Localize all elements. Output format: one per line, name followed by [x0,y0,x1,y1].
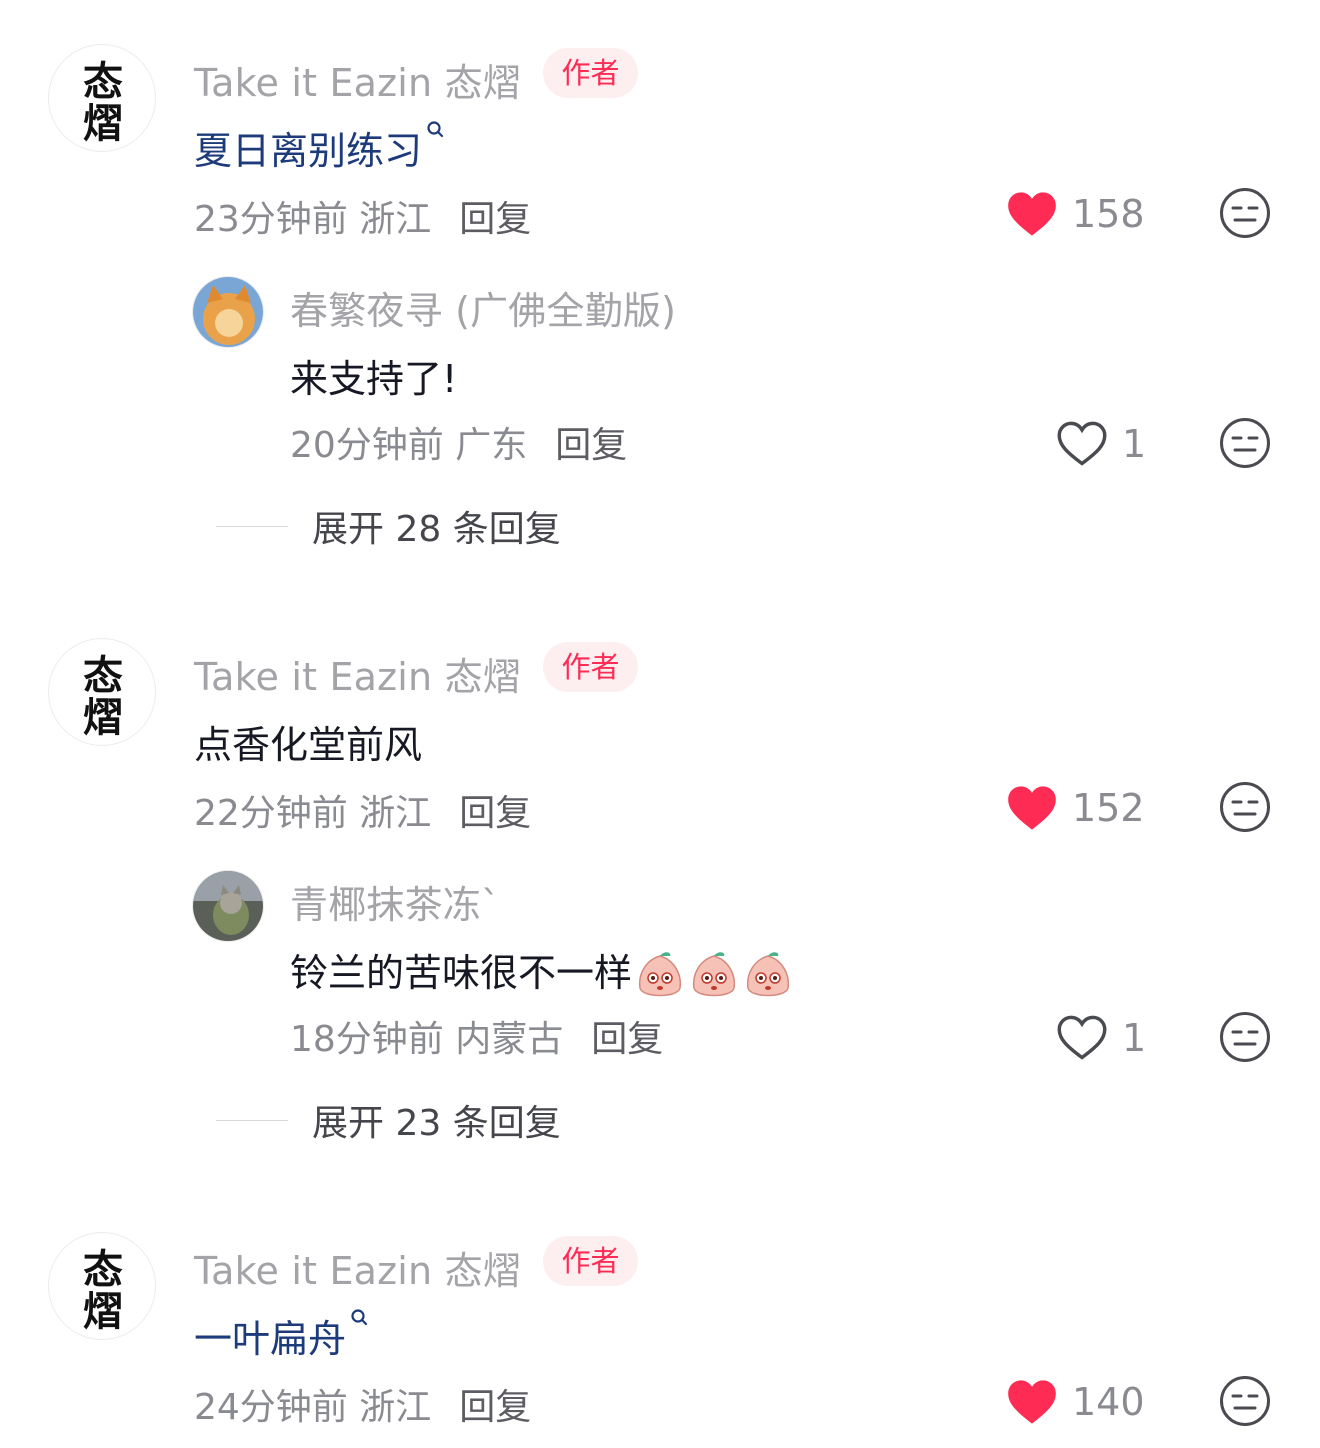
reply-author[interactable]: 春繁夜寻 (广佛全勤版) [290,280,676,335]
heart-filled-icon [1008,192,1056,236]
peach-emoji-icon [638,951,682,996]
comment-meta: 22分钟前 浙江 回复 [194,793,532,834]
reply-button[interactable]: 回复 [591,1019,663,1060]
comment-text[interactable]: 夏日离别练习 [194,120,446,175]
svg-text:熠: 熠 [83,100,123,147]
like-count: 158 [1072,192,1145,236]
peach-emoji-icon [692,951,736,996]
expand-replies-label: 展开 23 条回复 [312,1103,561,1144]
like-button[interactable]: 140 [1006,1374,1145,1430]
expand-replies-label: 展开 28 条回复 [312,509,561,550]
author-avatar[interactable]: 态 熠 [48,44,156,152]
svg-text:熠: 熠 [83,694,123,741]
comment-text[interactable]: 一叶扁舟 [194,1308,370,1363]
reply-text[interactable]: 铃兰的苦味很不一样 [290,942,794,1002]
author-badge: 作者 [543,48,638,98]
calligraphy-logo-icon: 态 熠 [83,58,123,147]
expand-replies-button[interactable]: 展开 28 条回复 [216,500,561,552]
reply-avatar[interactable] [192,870,264,942]
divider [216,525,288,527]
reply-meta: 20分钟前 广东 回复 [290,425,628,466]
dislike-face-icon[interactable] [1218,780,1272,834]
calligraphy-logo-icon: 态 熠 [83,652,123,741]
peach-emoji-icon [746,951,790,996]
comment-meta: 24分钟前 浙江 回复 [194,1387,532,1428]
author-badge: 作者 [543,1236,638,1286]
reply-author[interactable]: 青椰抹茶冻` [290,874,500,929]
author-badge: 作者 [543,642,638,692]
cat-avatar-icon [193,277,263,347]
like-count: 1 [1122,422,1147,466]
svg-text:态: 态 [83,58,123,105]
reply-button[interactable]: 回复 [459,1387,531,1428]
heart-outline-icon [1057,421,1107,466]
reply-avatar[interactable] [192,276,264,348]
comment-author[interactable]: Take it Eazin 态熠 [194,1240,521,1295]
reply-button[interactable]: 回复 [555,425,627,466]
comment-author[interactable]: Take it Eazin 态熠 [194,646,521,701]
reply-meta: 18分钟前 内蒙古 回复 [290,1019,664,1060]
reply-text[interactable]: 来支持了! [290,348,457,403]
like-count: 140 [1072,1380,1145,1424]
calligraphy-logo-icon: 态 熠 [83,1246,123,1335]
cat-photo-avatar-icon [193,871,263,941]
comment-author[interactable]: Take it Eazin 态熠 [194,52,521,107]
like-count: 1 [1122,1016,1147,1060]
dislike-face-icon[interactable] [1218,1010,1272,1064]
author-avatar[interactable]: 态 熠 [48,1232,156,1340]
svg-text:熠: 熠 [83,1288,123,1335]
search-mark-icon[interactable] [350,1308,370,1330]
dislike-face-icon[interactable] [1218,416,1272,470]
svg-text:态: 态 [83,652,123,699]
expand-replies-button[interactable]: 展开 23 条回复 [216,1094,561,1146]
heart-outline-icon [1057,1015,1107,1060]
comment-text[interactable]: 点香化堂前风 [194,714,422,769]
reply-button[interactable]: 回复 [459,793,531,834]
reply-button[interactable]: 回复 [459,199,531,240]
divider [216,1119,288,1121]
like-button[interactable]: 152 [1006,780,1145,836]
comment-meta: 23分钟前 浙江 回复 [194,199,532,240]
dislike-face-icon[interactable] [1218,1374,1272,1428]
like-button[interactable]: 1 [1056,1010,1146,1066]
heart-filled-icon [1008,1380,1056,1424]
search-mark-icon[interactable] [426,120,446,142]
heart-filled-icon [1008,786,1056,830]
like-count: 152 [1072,786,1145,830]
like-button[interactable]: 158 [1006,186,1145,242]
svg-text:态: 态 [83,1246,123,1293]
author-avatar[interactable]: 态 熠 [48,638,156,746]
like-button[interactable]: 1 [1056,416,1146,472]
dislike-face-icon[interactable] [1218,186,1272,240]
